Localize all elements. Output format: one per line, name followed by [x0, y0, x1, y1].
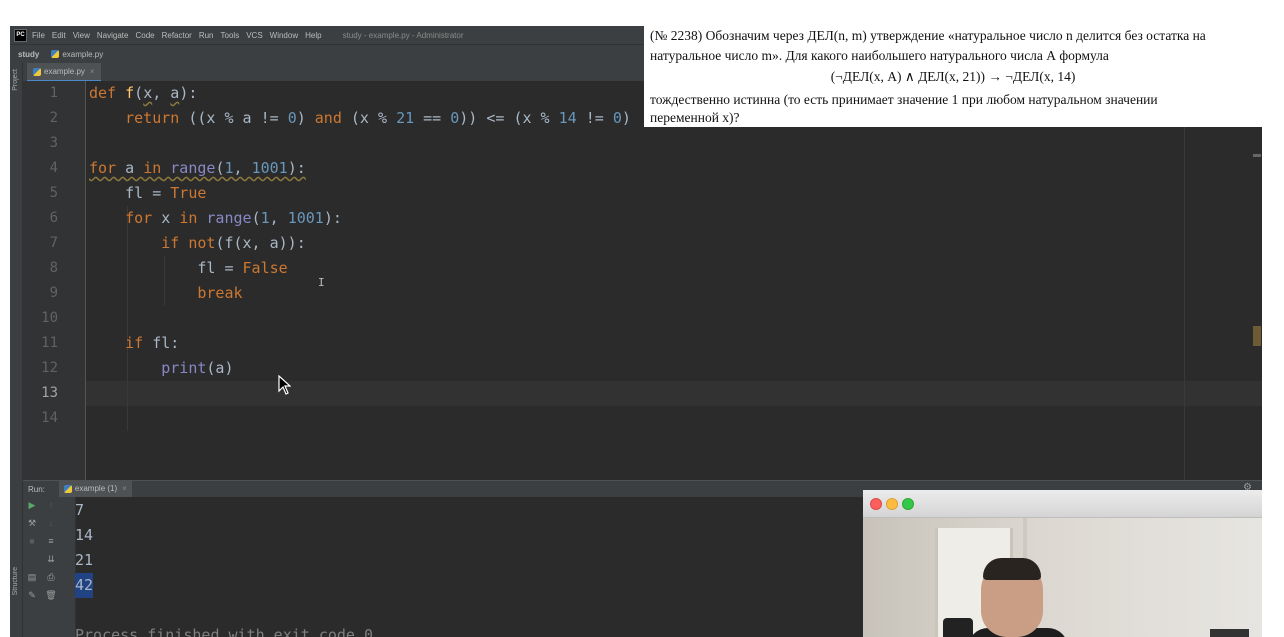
task-text-line-1: (№ 2238) Обозначим через ДЕЛ(n, m) утвер… — [650, 28, 1206, 43]
menu-edit[interactable]: Edit — [52, 31, 66, 40]
task-statement-overlay: (№ 2238) Обозначим через ДЕЛ(n, m) утвер… — [644, 26, 1262, 127]
menu-view[interactable]: View — [73, 31, 90, 40]
code-line-4: for a in range(1, 1001): — [89, 159, 306, 177]
menu-code[interactable]: Code — [135, 31, 154, 40]
window-title: study - example.py - Administrator — [342, 30, 464, 40]
menu-vcs[interactable]: VCS — [246, 31, 262, 40]
scroll-to-end-icon[interactable]: ⇊ — [45, 553, 57, 565]
line-number: 6 — [49, 210, 58, 226]
down-arrow-icon[interactable]: ↓ — [45, 517, 57, 529]
console-exit-message: Process finished with exit code 0 — [75, 626, 374, 637]
code-line-8: fl = False — [89, 259, 288, 277]
up-arrow-icon[interactable]: ↑ — [45, 499, 57, 511]
current-line-highlight — [86, 381, 1262, 406]
line-number: 4 — [49, 160, 58, 176]
code-line-11: if fl: — [125, 334, 180, 352]
python-file-icon — [63, 484, 72, 493]
task-text-line-2: натуральное число m». Для какого наиболь… — [650, 48, 1109, 63]
code-line-7: if not(f(x, a)): — [161, 234, 306, 252]
chair — [943, 618, 973, 637]
close-icon[interactable]: × — [90, 67, 95, 76]
run-panel-label: Run: — [28, 485, 45, 494]
person-hair — [983, 558, 1041, 580]
editor-tab-label: example.py — [44, 67, 85, 76]
webcam-overlay — [863, 490, 1262, 637]
editor-tab-example[interactable]: example.py × — [27, 63, 101, 82]
rerun-icon[interactable]: ▶ — [26, 499, 38, 511]
code-line-5: fl = True — [89, 184, 207, 202]
menu-tools[interactable]: Tools — [221, 31, 240, 40]
breadcrumb-file-label: example.py — [62, 49, 104, 59]
print-icon[interactable]: ⎙ — [45, 571, 57, 583]
wrench-icon[interactable]: ⚒ — [26, 517, 38, 529]
console-line: 21 — [75, 551, 94, 569]
code-line-2: return ((x % a != 0) and (x % 21 == 0)) … — [125, 109, 631, 127]
code-line-12: print(a) — [161, 359, 234, 377]
console-line: 14 — [75, 526, 94, 544]
trash-icon[interactable]: 🗑 — [45, 589, 57, 601]
minimize-window-icon[interactable] — [886, 498, 898, 510]
layout-icon[interactable]: ▤ — [26, 571, 38, 583]
left-tool-strip: Project Structure — [10, 63, 23, 637]
task-text-line-3: тождественно истинна (то есть принимает … — [650, 92, 1158, 107]
line-number: 8 — [49, 260, 58, 276]
line-number: 12 — [41, 360, 58, 376]
task-text-line-4: переменной х)? — [650, 110, 740, 125]
code-line-6: for x in range(1, 1001): — [125, 209, 342, 227]
task-formula: (¬ДЕЛ(x, А) ∧ ДЕЛ(x, 21)) → ¬ДЕЛ(x, 14) — [830, 69, 1076, 84]
python-file-icon — [51, 50, 60, 58]
stop-icon[interactable]: ■ — [26, 535, 38, 547]
line-number: 5 — [49, 185, 58, 201]
right-margin-guide — [1184, 81, 1185, 481]
menu-refactor[interactable]: Refactor — [162, 31, 192, 40]
menu-run[interactable]: Run — [199, 31, 214, 40]
line-number: 3 — [49, 135, 58, 151]
structure-tool-tab[interactable]: Structure — [12, 567, 19, 595]
line-number: 7 — [49, 235, 58, 251]
line-number: 2 — [49, 110, 58, 126]
project-tool-tab[interactable]: Project — [12, 69, 19, 91]
line-number: 10 — [41, 310, 58, 326]
line-number-current: 13 — [41, 385, 58, 401]
webcam-corner-element — [1210, 629, 1249, 637]
code-line-1: def f(x, a): — [89, 84, 198, 102]
run-toolbar: ▶ ↑ ⚒ ↓ ■ ≡ ⇊ ▤ ⎙ ✎ 🗑 — [23, 497, 76, 637]
text-cursor-icon: I — [318, 276, 325, 289]
line-number: 14 — [41, 410, 58, 426]
menu-window[interactable]: Window — [270, 31, 298, 40]
code-line-9: break — [197, 284, 243, 302]
scrollbar-warning-marker[interactable] — [1253, 326, 1261, 346]
close-icon[interactable]: × — [122, 484, 127, 493]
console-line: 7 — [75, 501, 85, 519]
run-tab-example[interactable]: example (1) × — [58, 480, 132, 499]
webcam-titlebar — [863, 490, 1262, 518]
pycharm-logo-icon: PC — [14, 28, 27, 42]
pin-icon[interactable]: ✎ — [26, 589, 38, 601]
close-window-icon[interactable] — [870, 498, 882, 510]
console-line-selected: 42 — [75, 573, 94, 598]
mouse-pointer-icon — [278, 375, 291, 395]
run-tab-label: example (1) — [74, 484, 118, 493]
menu-file[interactable]: File — [32, 31, 45, 40]
breadcrumb-file[interactable]: example.py — [51, 50, 103, 59]
soft-wrap-icon[interactable]: ≡ — [45, 535, 57, 547]
editor-gutter: 1 2 3 4 5 6 7 8 9 10 11 12 13 14 — [23, 81, 97, 481]
breadcrumb-project[interactable]: study — [18, 50, 39, 59]
code-editor[interactable]: def f(x, a): return ((x % a != 0) and (x… — [86, 81, 1262, 481]
line-number: 11 — [41, 335, 58, 351]
menu-navigate[interactable]: Navigate — [97, 31, 129, 40]
python-file-icon — [33, 67, 41, 76]
line-number: 1 — [49, 85, 58, 101]
webcam-video — [863, 518, 1262, 637]
scrollbar-marker[interactable] — [1253, 154, 1261, 157]
line-number: 9 — [49, 285, 58, 301]
menu-help[interactable]: Help — [305, 31, 321, 40]
maximize-window-icon[interactable] — [902, 498, 914, 510]
